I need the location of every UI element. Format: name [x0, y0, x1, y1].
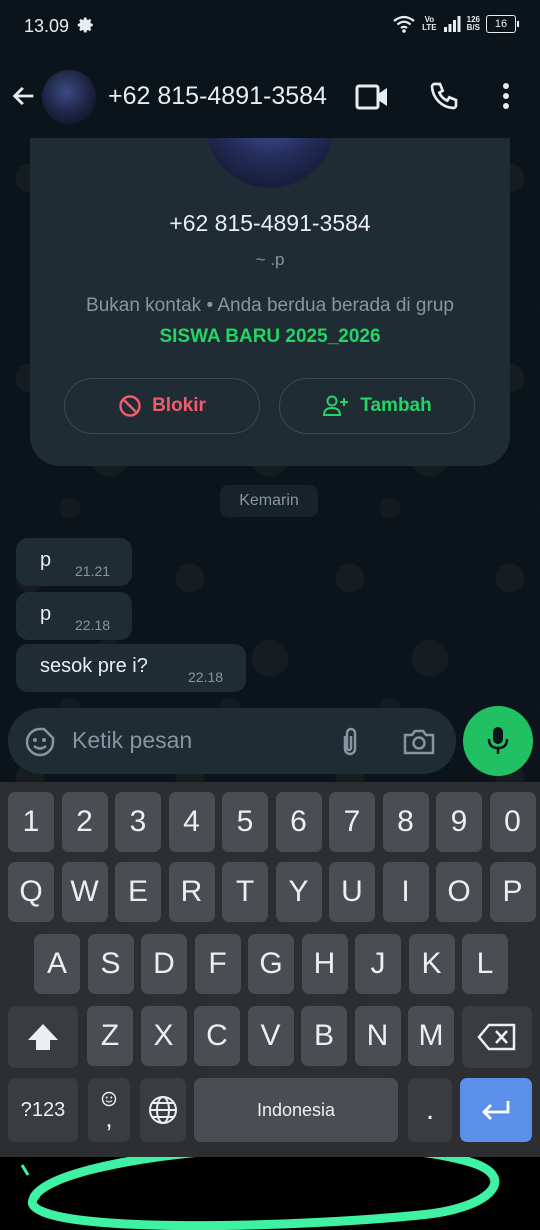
backspace-key[interactable] [462, 1006, 532, 1068]
number-key[interactable]: 3 [115, 792, 161, 852]
message-input[interactable]: Ketik pesan [72, 727, 192, 754]
number-key[interactable]: 0 [489, 792, 536, 852]
letter-key[interactable]: H [301, 934, 348, 994]
letter-key[interactable]: K [408, 934, 455, 994]
mic-icon [487, 727, 509, 754]
number-key[interactable]: 4 [168, 792, 215, 852]
number-key[interactable]: 6 [275, 792, 322, 852]
network-speed: 126 B/S [466, 15, 480, 32]
card-push-name: ~ .p [255, 250, 285, 269]
letter-key[interactable]: Z [87, 1006, 133, 1066]
signal-icon [443, 16, 461, 32]
add-person-icon [323, 395, 349, 416]
add-contact-button[interactable]: Tambah [279, 378, 475, 434]
avatar[interactable] [42, 70, 96, 124]
message-text: p [40, 603, 52, 625]
letter-key[interactable]: W [61, 862, 108, 922]
number-key[interactable]: 2 [61, 792, 108, 852]
emoji-sticker-icon[interactable] [24, 726, 56, 758]
contact-info-card: +62 815-4891-3584 ~ .p Bukan kontak • An… [30, 138, 510, 466]
space-key[interactable]: Indonesia [194, 1078, 398, 1142]
card-info-prefix: Bukan kontak • Anda berdua berada di gru… [86, 295, 454, 316]
letter-key[interactable]: N [354, 1006, 401, 1066]
message-time: 21.21 [75, 563, 111, 579]
symbols-key[interactable]: ?123 [8, 1078, 78, 1142]
message-bubble[interactable]: p 21.21 [16, 538, 132, 586]
enter-icon [482, 1101, 510, 1120]
chat-area[interactable]: +62 815-4891-3584 ~ .p Bukan kontak • An… [0, 138, 540, 782]
letter-key[interactable]: G [248, 934, 294, 994]
navigation-bar [0, 1157, 540, 1230]
gear-icon [77, 17, 93, 33]
mic-button[interactable] [463, 706, 533, 776]
enter-key[interactable] [460, 1078, 532, 1142]
status-icons: Vo LTE 126 B/S 16 [392, 14, 519, 34]
network-type: Vo LTE [422, 15, 437, 32]
number-key[interactable]: 5 [222, 792, 268, 852]
status-time: 13.09 [24, 16, 70, 36]
letter-key[interactable]: F [194, 934, 241, 994]
letter-key[interactable]: U [329, 862, 375, 922]
letter-key[interactable]: B [301, 1006, 347, 1066]
wifi-icon [393, 15, 415, 33]
card-group-name[interactable]: SISWA BARU 2025_2026 [159, 326, 380, 347]
number-key[interactable]: 9 [436, 792, 482, 852]
letter-key[interactable]: L [462, 934, 508, 994]
message-text: sesok pre i? [40, 655, 148, 677]
letter-key[interactable]: A [34, 934, 80, 994]
letter-key[interactable]: Q [8, 862, 54, 922]
comma-label: , [105, 1103, 113, 1133]
contact-name[interactable]: +62 815-4891-3584 [108, 82, 327, 111]
number-key[interactable]: 8 [382, 792, 429, 852]
globe-icon [149, 1096, 177, 1124]
card-phone-number: +62 815-4891-3584 [169, 210, 371, 236]
letter-key[interactable]: M [408, 1006, 454, 1066]
attach-icon[interactable] [338, 726, 362, 758]
message-bubble[interactable]: sesok pre i? 22.18 [16, 644, 246, 692]
shift-icon [28, 1024, 58, 1050]
message-composer[interactable]: Ketik pesan [8, 708, 456, 774]
camera-icon[interactable] [402, 727, 436, 757]
block-label: Blokir [152, 395, 206, 416]
letter-key[interactable]: T [222, 862, 268, 922]
block-icon [119, 395, 141, 417]
video-call-icon[interactable] [355, 82, 389, 112]
chat-header: +62 815-4891-3584 [0, 56, 540, 138]
period-key[interactable]: . [408, 1078, 452, 1142]
letter-key[interactable]: J [355, 934, 401, 994]
add-label: Tambah [360, 395, 432, 416]
highlight-annotation [20, 1157, 500, 1230]
number-key[interactable]: 1 [8, 792, 54, 852]
language-key[interactable] [140, 1078, 186, 1142]
battery-icon: 16 [486, 15, 519, 33]
shift-key[interactable] [8, 1006, 78, 1068]
message-time: 22.18 [75, 617, 111, 633]
letter-key[interactable]: S [87, 934, 134, 994]
message-time: 22.18 [188, 669, 224, 685]
letter-key[interactable]: E [115, 862, 161, 922]
letter-key[interactable]: C [194, 1006, 240, 1066]
more-vert-icon[interactable] [496, 80, 516, 112]
back-arrow-icon[interactable] [10, 82, 38, 110]
card-avatar [206, 138, 334, 188]
keyboard: 1234567890 QWERTYUIOP ASDFGHJKL ZXCVBNM … [0, 782, 540, 1157]
letter-key[interactable]: I [382, 862, 429, 922]
message-bubble[interactable]: p 22.18 [16, 592, 132, 640]
block-button[interactable]: Blokir [64, 378, 260, 434]
phone-icon[interactable] [428, 80, 460, 112]
letter-key[interactable]: Y [275, 862, 322, 922]
backspace-icon [477, 1023, 516, 1051]
comma-emoji-key[interactable]: , [88, 1078, 130, 1142]
number-key[interactable]: 7 [329, 792, 375, 852]
letter-key[interactable]: X [140, 1006, 187, 1066]
letter-key[interactable]: D [141, 934, 187, 994]
message-text: p [40, 549, 52, 571]
letter-key[interactable]: V [247, 1006, 294, 1066]
letter-key[interactable]: O [436, 862, 482, 922]
letter-key[interactable]: P [489, 862, 536, 922]
card-info-text: Bukan kontak • Anda berdua berada di gru… [70, 290, 470, 352]
date-separator: Kemarin [220, 485, 318, 517]
letter-key[interactable]: R [168, 862, 215, 922]
status-bar: 13.09 Vo LTE 126 B/S 16 [0, 0, 540, 56]
